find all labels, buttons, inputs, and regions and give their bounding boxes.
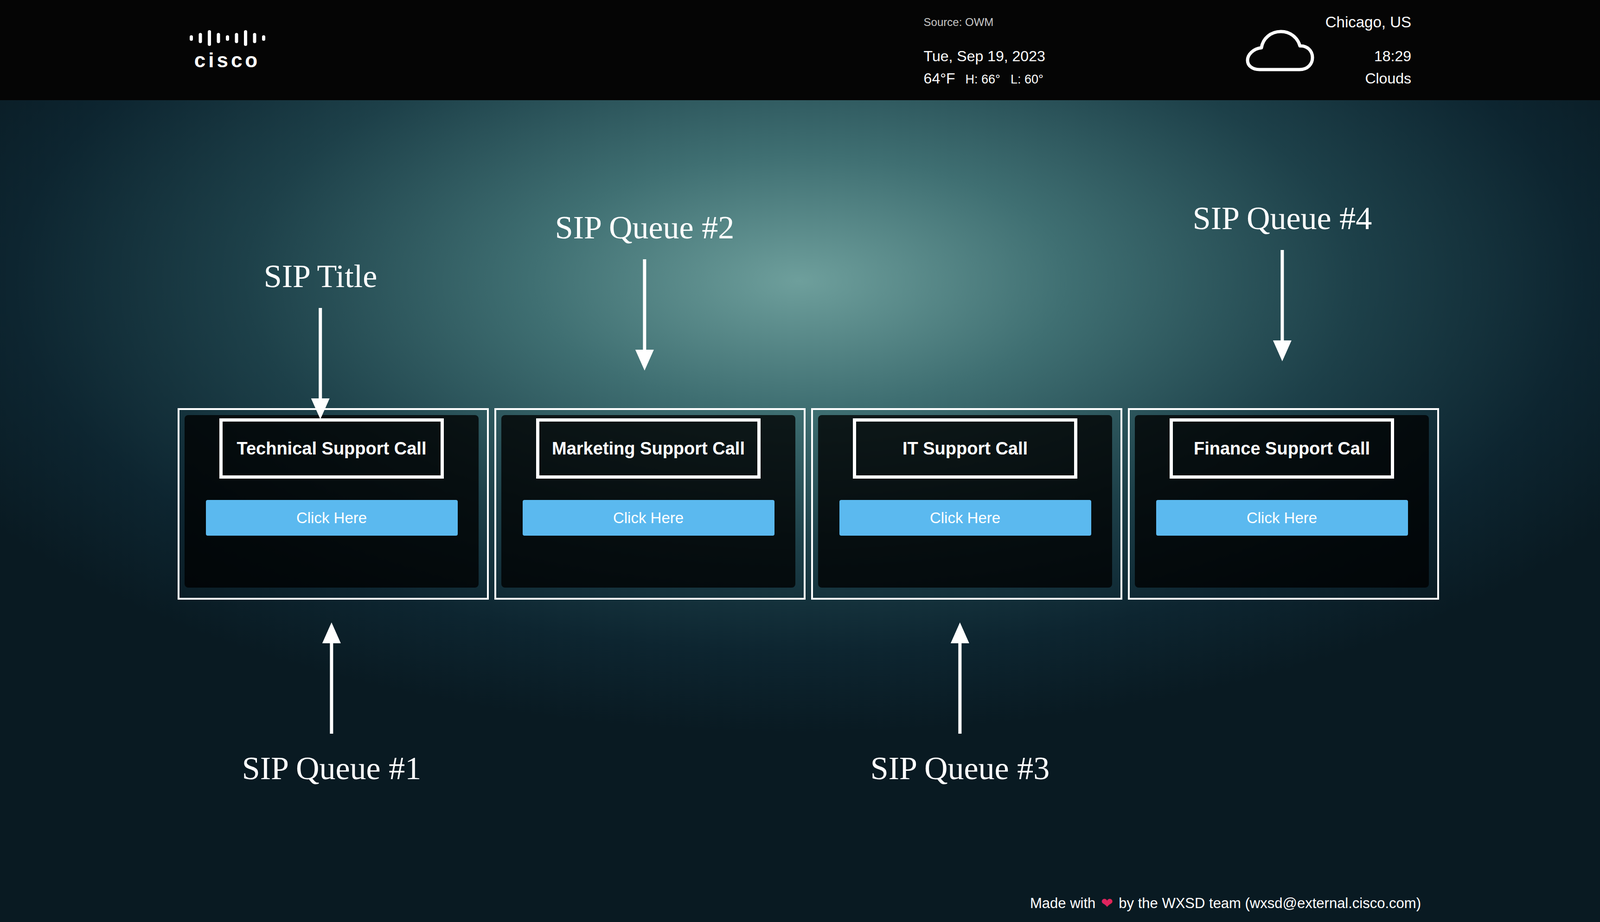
stage: Technical Support CallClick HereMarketin… [0, 100, 1600, 922]
queue-cards: Technical Support CallClick HereMarketin… [0, 408, 1600, 600]
heart-icon: ❤ [1100, 894, 1114, 913]
location-info: Chicago, US 18:29 Clouds [1325, 0, 1412, 88]
annotation-label: SIP Queue #3 [870, 749, 1050, 788]
weather-date: Tue, Sep 19, 2023 [923, 46, 1046, 66]
page: cisco Source: OWM Tue, Sep 19, 2023 64°F H: … [0, 0, 1600, 922]
temperature-row: 64°F H: 66° L: 60° [923, 69, 1044, 89]
queue-frame: Technical Support Call Click Here [177, 408, 489, 600]
cloud-icon [1244, 27, 1315, 75]
logo-bars-icon [188, 29, 266, 47]
arrow-down-icon [1273, 249, 1292, 362]
annotation-label: SIP Queue #2 [555, 209, 735, 247]
card-title: Marketing Support Call [551, 437, 745, 460]
city: Chicago, US [1325, 12, 1412, 32]
local-time: 18:29 [1374, 46, 1412, 66]
arrow-up-icon [322, 622, 341, 734]
call-button[interactable]: Click Here [839, 499, 1092, 536]
call-button[interactable]: Click Here [1156, 499, 1408, 536]
logo-text: cisco [194, 49, 261, 72]
temperature-high: H: 66° [965, 70, 1001, 89]
arrow-down-icon [311, 307, 330, 420]
card-title-box: IT Support Call [852, 418, 1078, 479]
footer-credit: by the WXSD team (wxsd@external.cisco.co… [1118, 894, 1421, 913]
annotation: SIP Queue #3 [870, 622, 1050, 788]
card-title-box: Marketing Support Call [536, 418, 761, 479]
weather-source: Source: OWM [923, 16, 994, 28]
card-title-box: Finance Support Call [1169, 418, 1395, 479]
card-title: Technical Support Call [236, 437, 427, 460]
top-bar: cisco Source: OWM Tue, Sep 19, 2023 64°F H: … [0, 0, 1600, 101]
card-title: Finance Support Call [1193, 437, 1370, 460]
weather-condition: Clouds [1364, 69, 1412, 88]
queue-frame: IT Support Call Click Here [811, 408, 1123, 600]
queue-card: Marketing Support Call Click Here [501, 415, 796, 588]
arrow-up-icon [950, 622, 970, 734]
annotation: SIP Queue #1 [242, 622, 422, 788]
footer: Made with❤by the WXSD team (wxsd@externa… [0, 894, 1600, 922]
queue-frame: Finance Support Call Click Here [1127, 408, 1440, 600]
temperature-low: L: 60° [1010, 70, 1044, 89]
card-title-box: Technical Support Call [219, 418, 444, 479]
temperature: 64°F [923, 69, 956, 88]
card-title: IT Support Call [902, 437, 1028, 460]
call-button[interactable]: Click Here [205, 499, 458, 536]
annotation-label: SIP Title [263, 257, 378, 295]
annotation-label: SIP Queue #1 [242, 749, 422, 788]
queue-card: IT Support Call Click Here [818, 415, 1113, 588]
queue-frame: Marketing Support Call Click Here [494, 408, 806, 600]
annotation: SIP Queue #4 [1192, 199, 1372, 362]
annotation: SIP Queue #2 [555, 209, 735, 371]
spacer [0, 599, 1600, 895]
call-button[interactable]: Click Here [522, 499, 775, 536]
annotation: SIP Title [263, 257, 378, 420]
queue-card: Finance Support Call Click Here [1134, 415, 1429, 588]
queue-card: Technical Support Call Click Here [184, 415, 479, 588]
cisco-logo[interactable]: cisco [188, 29, 266, 72]
weather-info: Source: OWM Tue, Sep 19, 2023 64°F H: 66° L:… [923, 0, 1046, 89]
arrow-down-icon [635, 259, 654, 371]
annotation-label: SIP Queue #4 [1192, 199, 1372, 237]
footer-prefix: Made with [1030, 894, 1096, 913]
